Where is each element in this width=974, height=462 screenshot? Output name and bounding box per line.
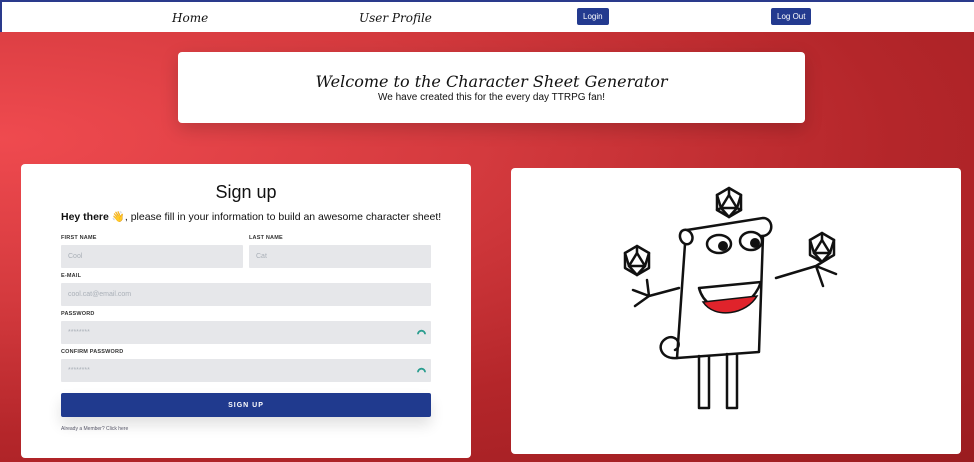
d20-die-icon xyxy=(808,231,836,264)
signup-form-card: Sign up Hey there 👋, please fill in your… xyxy=(21,164,471,458)
confirm-password-label: Confirm Password xyxy=(61,349,124,355)
signup-intro: Hey there 👋, please fill in your informa… xyxy=(61,210,441,223)
d20-die-icon xyxy=(715,186,743,219)
sign-up-button[interactable]: SIGN UP xyxy=(61,393,431,417)
intro-greeting: Hey there xyxy=(61,211,109,223)
mascot-illustration-card xyxy=(511,168,961,454)
last-name-field[interactable]: Cat xyxy=(249,245,431,268)
welcome-subtitle: We have created this for the every day T… xyxy=(378,92,605,103)
signup-title: Sign up xyxy=(215,182,277,202)
nav-home-link[interactable]: Home xyxy=(172,11,208,25)
email-field[interactable]: cool.cat@email.com xyxy=(61,283,431,306)
d20-die-icon xyxy=(623,244,651,277)
eye-icon[interactable] xyxy=(417,328,426,337)
nav-user-profile-link[interactable]: User Profile xyxy=(359,11,432,25)
first-name-label: First Name xyxy=(61,235,97,241)
welcome-banner: Welcome to the Character Sheet Generator… xyxy=(178,52,805,123)
email-label: E-mail xyxy=(61,273,82,279)
login-button[interactable]: Login xyxy=(577,8,609,25)
first-name-field[interactable]: Cool xyxy=(61,245,243,268)
confirm-password-field[interactable]: ******** xyxy=(61,359,431,382)
wave-icon: 👋 xyxy=(111,211,125,223)
welcome-title: Welcome to the Character Sheet Generator xyxy=(315,72,668,91)
password-field[interactable]: ******** xyxy=(61,321,431,344)
password-label: Password xyxy=(61,311,95,317)
confirm-password-value: ******** xyxy=(68,367,90,374)
already-member-link[interactable]: Already a Member? Click here xyxy=(61,426,128,432)
scroll-mascot-illustration xyxy=(623,186,838,410)
logout-button[interactable]: Log Out xyxy=(771,8,812,25)
intro-text: , please fill in your information to bui… xyxy=(124,211,442,223)
eye-icon[interactable] xyxy=(417,366,426,375)
last-name-label: Last Name xyxy=(249,235,283,241)
top-navigation: Home User Profile Login Log Out xyxy=(0,0,974,32)
password-value: ******** xyxy=(68,329,90,336)
